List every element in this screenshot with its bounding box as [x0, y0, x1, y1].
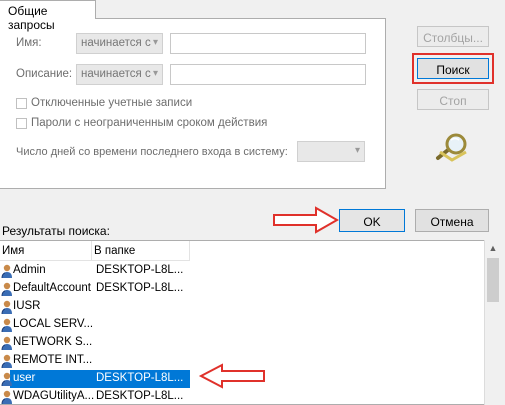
row-name: LOCAL SERV... — [13, 318, 94, 330]
table-row[interactable]: IUSR — [0, 298, 484, 316]
search-button[interactable]: Поиск — [417, 58, 489, 79]
stop-button[interactable]: Стоп — [417, 89, 489, 110]
chevron-down-icon: ▾ — [152, 37, 158, 48]
scrollbar-thumb[interactable] — [487, 258, 499, 302]
results-scrollbar[interactable]: ▲ — [484, 240, 501, 405]
row-name: user — [13, 372, 36, 384]
row-name: Admin — [13, 264, 46, 276]
columns-button[interactable]: Столбцы... — [417, 26, 489, 47]
arrow-annotation-icon — [198, 363, 265, 389]
search-magnifier-icon — [436, 133, 467, 162]
chevron-down-icon: ▾ — [354, 145, 360, 156]
description-input[interactable] — [170, 64, 366, 85]
search-results-label: Результаты поиска: — [2, 224, 110, 238]
query-panel: Имя: начинается с ▾ Описание: начинается … — [0, 18, 386, 189]
row-name: WDAGUtilityA... — [13, 390, 95, 402]
no-expire-password-checkbox[interactable] — [16, 118, 27, 129]
column-header-folder[interactable]: В папке — [92, 241, 190, 261]
row-name: IUSR — [13, 300, 41, 312]
tab-common-queries[interactable]: Общие запросы — [0, 0, 96, 32]
cancel-button[interactable]: Отмена — [415, 209, 489, 232]
row-name: DefaultAccount — [13, 282, 91, 294]
scroll-up-icon[interactable]: ▲ — [485, 240, 501, 257]
row-folder: DESKTOP-L8L... — [96, 372, 184, 384]
table-row[interactable]: NETWORK S... — [0, 334, 484, 352]
description-operator-select[interactable]: начинается с ▾ — [76, 64, 163, 85]
disabled-accounts-checkbox[interactable] — [16, 98, 27, 109]
row-name: REMOTE INT... — [13, 354, 93, 366]
row-folder: DESKTOP-L8L... — [96, 390, 184, 402]
chevron-down-icon: ▾ — [152, 68, 158, 79]
no-expire-password-label: Пароли с неограниченным сроком действия — [31, 117, 268, 129]
days-since-logon-label: Число дней со времени последнего входа в… — [16, 146, 288, 158]
days-since-logon-select[interactable]: ▾ — [297, 141, 365, 162]
table-row[interactable]: WDAGUtilityA... DESKTOP-L8L... — [0, 388, 484, 404]
name-operator-select[interactable]: начинается с ▾ — [76, 33, 163, 54]
ok-button[interactable]: OK — [339, 209, 405, 232]
row-folder: DESKTOP-L8L... — [96, 264, 184, 276]
row-name: NETWORK S... — [13, 336, 93, 348]
arrow-annotation-icon — [273, 206, 340, 234]
table-row[interactable]: Admin DESKTOP-L8L... — [0, 262, 484, 280]
table-row[interactable]: DefaultAccount DESKTOP-L8L... — [0, 280, 484, 298]
name-input[interactable] — [170, 33, 366, 54]
row-folder: DESKTOP-L8L... — [96, 282, 184, 294]
name-label: Имя: — [16, 37, 42, 49]
disabled-accounts-label: Отключенные учетные записи — [31, 97, 193, 109]
description-label: Описание: — [16, 68, 73, 80]
column-header-name[interactable]: Имя — [0, 241, 92, 261]
table-row[interactable]: LOCAL SERV... — [0, 316, 484, 334]
